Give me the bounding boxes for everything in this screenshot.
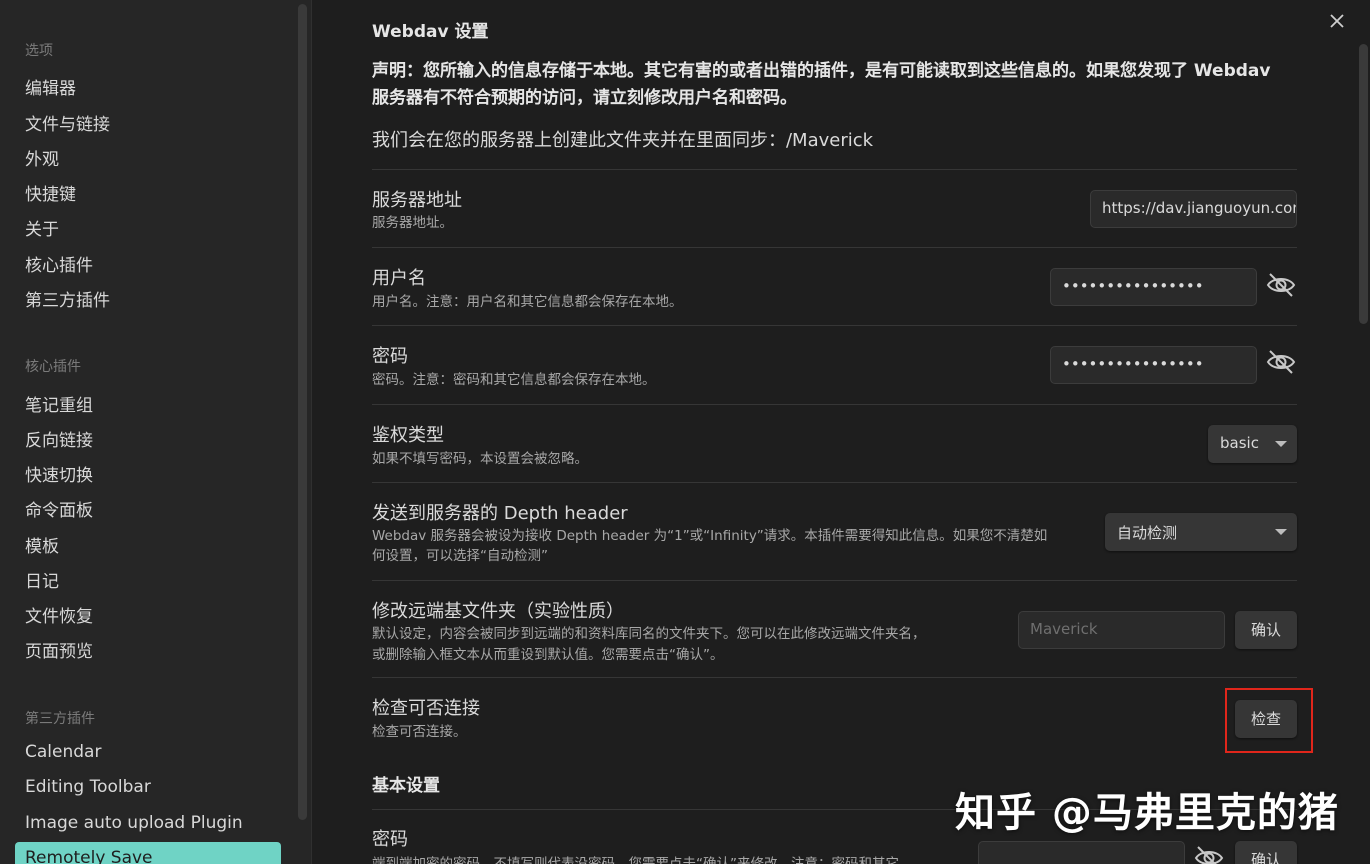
setting-remote-base-folder: 修改远端基文件夹（实验性质） 默认设定，内容会被同步到远端的和资料库同名的文件夹…	[372, 580, 1297, 677]
sidebar-item-backlinks[interactable]: 反向链接	[25, 426, 93, 451]
sidebar-item-editor[interactable]: 编辑器	[25, 74, 76, 99]
setting-name: 修改远端基文件夹（实验性质）	[372, 601, 624, 622]
confirm-button[interactable]: 确认	[1235, 841, 1297, 864]
eye-off-icon[interactable]	[1265, 269, 1297, 301]
eye-off-icon[interactable]	[1265, 346, 1297, 378]
sidebar-section-core: 核心插件	[25, 359, 81, 375]
setting-username: 用户名 用户名。注意：用户名和其它信息都会保存在本地。 ••••••••••••…	[372, 247, 1297, 325]
setting-check-connectivity: 检查可否连接 检查可否连接。 检查	[372, 677, 1297, 759]
encryption-password-input[interactable]	[978, 841, 1185, 864]
highlight-box	[1225, 688, 1313, 753]
setting-server-address: 服务器地址 服务器地址。 https://dav.jianguoyun.com/…	[372, 169, 1297, 247]
setting-name: 鉴权类型	[372, 425, 444, 446]
setting-name: 密码	[372, 829, 408, 850]
settings-content: Webdav 设置 声明：您所输入的信息存储于本地。其它有害的或者出错的插件，是…	[312, 0, 1370, 864]
setting-desc-line2: 何设置，可以选择“自动检测”	[372, 548, 548, 564]
sidebar-item-daily-notes[interactable]: 日记	[25, 567, 59, 592]
setting-desc: 密码。注意：密码和其它信息都会保存在本地。	[372, 372, 656, 388]
setting-depth-header: 发送到服务器的 Depth header Webdav 服务器会被设为接收 De…	[372, 482, 1297, 580]
webdav-heading: Webdav 设置	[372, 22, 489, 42]
sidebar-section-community: 第三方插件	[25, 711, 95, 727]
sidebar-item-note-composer[interactable]: 笔记重组	[25, 391, 93, 416]
server-address-input[interactable]: https://dav.jianguoyun.com/dav/	[1090, 190, 1297, 228]
close-glyph	[1330, 14, 1344, 28]
sidebar-section-options: 选项	[25, 43, 53, 59]
setting-password: 密码 密码。注意：密码和其它信息都会保存在本地。 •••••••••••••••…	[372, 325, 1297, 404]
chevron-down-icon	[1275, 441, 1287, 447]
sidebar-item-remotely-save[interactable]: Remotely Save	[15, 842, 281, 864]
setting-name: 密码	[372, 346, 408, 367]
setting-desc: 端到端加密的密码。不填写则代表没密码。您需要点击“确认”来修改。注意：密码和其它	[372, 856, 899, 864]
sidebar-item-hotkeys[interactable]: 快捷键	[25, 180, 76, 205]
password-input[interactable]: ••••••••••••••••	[1050, 346, 1257, 384]
setting-desc: 检查可否连接。	[372, 724, 467, 740]
sidebar-item-files-links[interactable]: 文件与链接	[25, 110, 110, 135]
select-value: basic	[1220, 434, 1259, 452]
sidebar-item-templates[interactable]: 模板	[25, 532, 59, 557]
setting-desc-line1: Webdav 服务器会被设为接收 Depth header 为“1”或“Infi…	[372, 528, 1048, 544]
settings-sidebar: 选项 编辑器 文件与链接 外观 快捷键 关于 核心插件 第三方插件 核心插件 笔…	[0, 0, 312, 864]
select-value: 自动检测	[1117, 524, 1178, 542]
sidebar-item-command-palette[interactable]: 命令面板	[25, 496, 93, 521]
remote-base-input[interactable]: Maverick	[1018, 611, 1225, 649]
sidebar-item-appearance[interactable]: 外观	[25, 145, 59, 170]
sidebar-item-file-recovery[interactable]: 文件恢复	[25, 602, 93, 627]
chevron-down-icon	[1275, 529, 1287, 535]
setting-name: 检查可否连接	[372, 698, 480, 719]
sidebar-item-page-preview[interactable]: 页面预览	[25, 637, 93, 662]
setting-desc: 服务器地址。	[372, 215, 453, 231]
sidebar-item-calendar[interactable]: Calendar	[25, 742, 101, 762]
sidebar-item-about[interactable]: 关于	[25, 215, 59, 240]
setting-name: 发送到服务器的 Depth header	[372, 503, 628, 524]
sidebar-scrollbar[interactable]	[298, 4, 307, 820]
eye-off-icon[interactable]	[1193, 842, 1225, 864]
watermark: 知乎 @马弗里克的猪	[955, 790, 1339, 836]
confirm-button[interactable]: 确认	[1235, 611, 1297, 649]
close-icon[interactable]	[1324, 10, 1350, 36]
content-scrollbar[interactable]	[1359, 44, 1368, 324]
setting-desc: 如果不填写密码，本设置会被忽略。	[372, 451, 588, 467]
remote-folder-note: 我们会在您的服务器上创建此文件夹并在里面同步：/Maverick	[372, 130, 874, 151]
sidebar-item-community-plugins[interactable]: 第三方插件	[25, 286, 110, 311]
setting-auth-type: 鉴权类型 如果不填写密码，本设置会被忽略。 basic	[372, 404, 1297, 482]
depth-header-select[interactable]: 自动检测	[1105, 513, 1297, 551]
setting-name: 服务器地址	[372, 190, 462, 211]
sidebar-item-core-plugins[interactable]: 核心插件	[25, 251, 93, 276]
basic-settings-heading: 基本设置	[372, 776, 440, 796]
setting-name: 用户名	[372, 268, 426, 289]
setting-desc-line1: 默认设定，内容会被同步到远端的和资料库同名的文件夹下。您可以在此修改远端文件夹名…	[372, 626, 926, 642]
sidebar-item-editing-toolbar[interactable]: Editing Toolbar	[25, 777, 151, 797]
privacy-notice: 声明：您所输入的信息存储于本地。其它有害的或者出错的插件，是有可能读取到这些信息…	[372, 61, 1271, 108]
sidebar-item-image-auto-upload[interactable]: Image auto upload Plugin	[25, 813, 243, 833]
setting-desc-line2: 或删除输入框文本从而重设到默认值。您需要点击“确认”。	[372, 647, 724, 663]
setting-desc: 用户名。注意：用户名和其它信息都会保存在本地。	[372, 294, 683, 310]
username-input[interactable]: ••••••••••••••••	[1050, 268, 1257, 306]
sidebar-item-quick-switcher[interactable]: 快速切换	[25, 461, 93, 486]
auth-type-select[interactable]: basic	[1208, 425, 1297, 463]
